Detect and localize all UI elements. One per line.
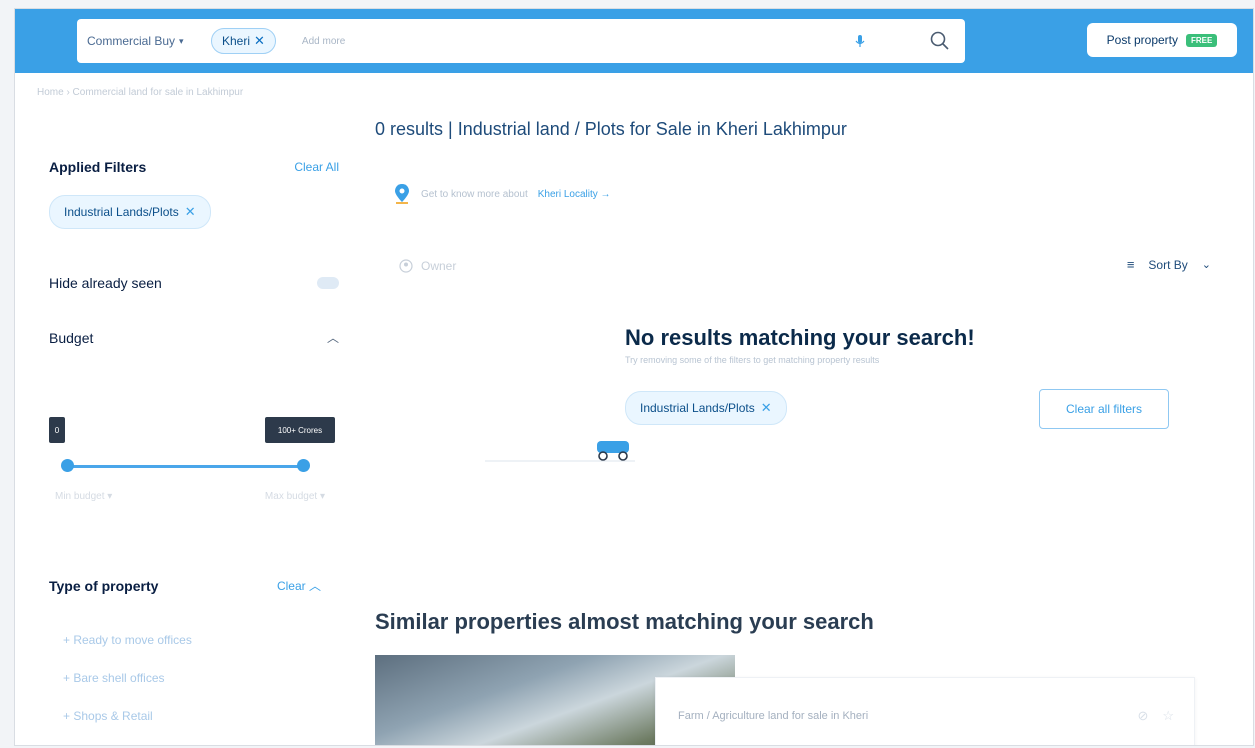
property-card[interactable]: Farm / Agriculture land for sale in Kher…	[655, 677, 1195, 745]
type-of-property-title: Type of property	[49, 577, 159, 594]
max-budget-select[interactable]: Max budget ▾	[265, 491, 325, 502]
chevron-up-icon[interactable]: ︿	[327, 329, 339, 346]
map-pin-icon	[395, 184, 409, 204]
sort-by-dropdown[interactable]: ≡ Sort By ⌄	[1127, 257, 1211, 272]
search-icon[interactable]	[929, 30, 951, 52]
property-card-title[interactable]: Farm / Agriculture land for sale in Kher…	[678, 710, 868, 722]
max-budget-label: Max budget	[264, 491, 318, 502]
close-icon[interactable]: ✕	[761, 400, 772, 416]
results-title: 0 results | Industrial land / Plots for …	[375, 119, 847, 139]
post-property-button[interactable]: Post property FREE	[1087, 23, 1237, 57]
budget-max-tag: 100+ Crores	[265, 417, 335, 443]
free-badge: FREE	[1186, 33, 1218, 47]
budget-selects: Min budget ▾ Max budget ▾	[55, 491, 325, 502]
microphone-icon[interactable]	[851, 32, 869, 50]
vehicle-illustration	[485, 431, 635, 476]
hide-seen-toggle[interactable]	[317, 277, 339, 289]
no-results-heading: No results matching your search!	[625, 325, 975, 350]
locality-banner[interactable]: Get to know more about Kheri Locality →	[393, 183, 611, 205]
owner-label: Owner	[421, 259, 457, 273]
breadcrumb[interactable]: Home › Commercial land for sale in Lakhi…	[37, 87, 243, 98]
budget-header[interactable]: Budget ︿	[49, 329, 339, 346]
filter-sidebar: Applied Filters Clear All Industrial Lan…	[49, 159, 339, 346]
locality-link[interactable]: Kheri Locality →	[538, 189, 611, 200]
slider-min-handle[interactable]	[61, 459, 74, 472]
favorite-icon[interactable]: ☆	[1162, 708, 1174, 724]
results-main: 0 results | Industrial land / Plots for …	[375, 119, 1215, 745]
hide-seen-row: Hide already seen	[49, 275, 339, 291]
share-icon[interactable]: ⊘	[1137, 708, 1148, 724]
category-label: Commercial Buy	[87, 34, 176, 48]
sort-icon: ≡	[1126, 257, 1135, 272]
clear-all-link[interactable]: Clear All	[294, 160, 339, 174]
hide-seen-label: Hide already seen	[49, 275, 162, 291]
no-results-subtext: Try removing some of the filters to get …	[625, 355, 880, 365]
property-type-item[interactable]: + Ready to move offices	[63, 621, 192, 659]
no-results-block: No results matching your search! Try rem…	[625, 325, 1185, 365]
similar-properties-heading: Similar properties almost matching your …	[375, 609, 874, 634]
clear-all-filters-button[interactable]: Clear all filters	[1039, 389, 1169, 429]
budget-min-tag: 0	[49, 417, 65, 443]
chevron-down-icon: ⌄	[1201, 259, 1211, 271]
card-actions: ⊘ ☆	[1137, 708, 1174, 724]
applied-filters-title: Applied Filters	[49, 159, 147, 175]
type-of-property-header: Type of property Clear ︿	[49, 577, 321, 594]
location-chip[interactable]: Kheri ✕	[211, 28, 276, 54]
min-budget-label: Min budget	[55, 491, 105, 502]
owner-filter[interactable]: Owner	[399, 259, 456, 273]
min-budget-select[interactable]: Min budget ▾	[55, 491, 112, 502]
property-type-list: + Ready to move offices + Bare shell off…	[63, 621, 192, 735]
budget-slider: 0 100+ Crores	[49, 417, 339, 477]
applied-filter-chip[interactable]: Industrial Lands/Plots ✕	[49, 195, 211, 229]
top-bar: Commercial Buy ▾ Kheri ✕ Add more Post p…	[15, 9, 1253, 73]
locality-prefix: Get to know more about	[421, 188, 528, 200]
category-dropdown[interactable]: Commercial Buy ▾	[77, 34, 211, 48]
applied-filter-label: Industrial Lands/Plots	[64, 205, 179, 219]
slider-max-handle[interactable]	[297, 459, 310, 472]
close-icon[interactable]: ✕	[254, 33, 265, 49]
property-type-item[interactable]: + Bare shell offices	[63, 659, 192, 697]
no-results-chip-label: Industrial Lands/Plots	[640, 401, 755, 415]
slider-track	[67, 465, 303, 468]
chevron-down-icon: ▾	[179, 35, 184, 46]
search-bar[interactable]: Commercial Buy ▾ Kheri ✕ Add more	[77, 19, 965, 63]
user-icon	[399, 259, 413, 273]
property-type-item[interactable]: + Shops & Retail	[63, 697, 192, 735]
no-results-filter-chip[interactable]: Industrial Lands/Plots ✕	[625, 391, 787, 425]
type-clear-label: Clear	[276, 579, 306, 593]
budget-title: Budget	[49, 329, 94, 346]
applied-filters-header: Applied Filters Clear All	[49, 159, 339, 175]
type-clear-link[interactable]: Clear ︿	[277, 577, 321, 594]
post-property-label: Post property	[1106, 33, 1179, 47]
sort-by-label: Sort By	[1148, 257, 1188, 272]
location-chip-label: Kheri	[222, 34, 251, 48]
add-more-input[interactable]: Add more	[302, 36, 851, 47]
app-window: Commercial Buy ▾ Kheri ✕ Add more Post p…	[14, 8, 1254, 746]
close-icon[interactable]: ✕	[185, 204, 196, 220]
